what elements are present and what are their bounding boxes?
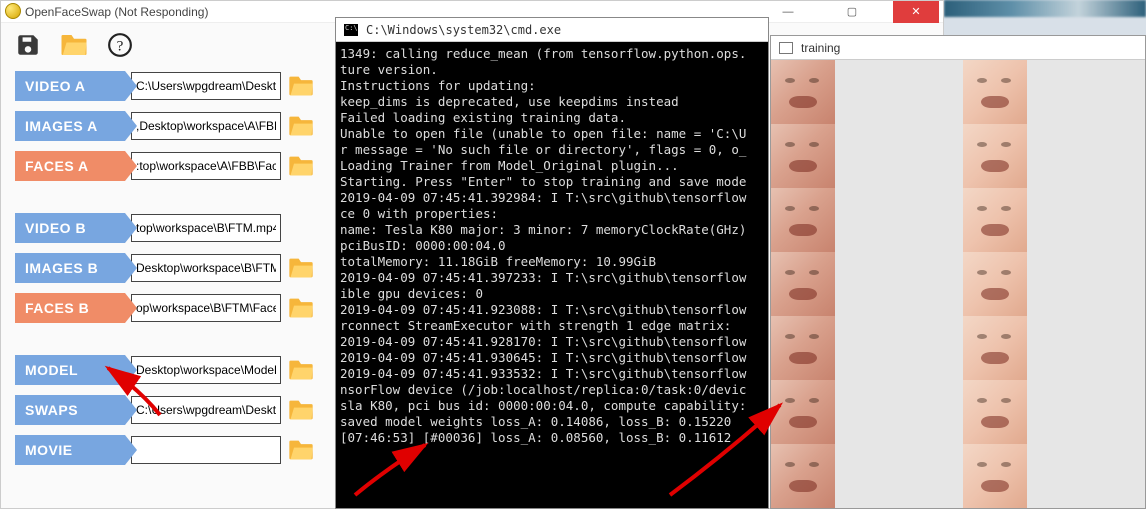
cmd-window: C:\Windows\system32\cmd.exe 1349: callin… — [335, 17, 769, 509]
input-video-a[interactable] — [131, 72, 281, 100]
training-grid — [771, 60, 1027, 508]
training-face-a — [771, 316, 835, 380]
label-images-b[interactable]: IMAGES B — [15, 253, 125, 283]
training-face-a — [771, 252, 835, 316]
training-window-icon — [779, 42, 793, 54]
minimize-button[interactable]: — — [765, 1, 811, 23]
open-folder-icon[interactable] — [59, 32, 89, 58]
cmd-output: 1349: calling reduce_mean (from tensorfl… — [336, 42, 768, 450]
desktop-background-strip — [944, 0, 1146, 17]
label-swaps[interactable]: SWAPS — [15, 395, 125, 425]
training-face-a — [771, 188, 835, 252]
training-face-a — [771, 60, 835, 124]
maximize-button[interactable]: ▢ — [829, 1, 875, 23]
training-face-b — [963, 444, 1027, 508]
input-model[interactable] — [131, 356, 281, 384]
training-window: training — [770, 35, 1146, 509]
cmd-title-text: C:\Windows\system32\cmd.exe — [366, 23, 561, 37]
label-faces-a[interactable]: FACES A — [15, 151, 125, 181]
browse-faces-b-icon[interactable] — [287, 296, 315, 320]
training-face-a — [771, 124, 835, 188]
browse-swaps-icon[interactable] — [287, 398, 315, 422]
browse-images-b-icon[interactable] — [287, 256, 315, 280]
cmd-titlebar[interactable]: C:\Windows\system32\cmd.exe — [336, 18, 768, 42]
app-logo-icon — [5, 3, 21, 19]
training-face-b — [963, 380, 1027, 444]
save-icon[interactable] — [15, 32, 41, 58]
training-titlebar[interactable]: training — [771, 36, 1145, 60]
input-movie[interactable] — [131, 436, 281, 464]
browse-model-icon[interactable] — [287, 358, 315, 382]
training-face-b — [963, 252, 1027, 316]
label-model[interactable]: MODEL — [15, 355, 125, 385]
training-face-a — [771, 380, 835, 444]
training-face-b — [963, 124, 1027, 188]
training-title-text: training — [801, 41, 840, 55]
browse-movie-icon[interactable] — [287, 438, 315, 462]
label-images-a[interactable]: IMAGES A — [15, 111, 125, 141]
browse-faces-a-icon[interactable] — [287, 154, 315, 178]
help-icon[interactable]: ? — [107, 32, 133, 58]
training-face-a — [771, 444, 835, 508]
training-face-b — [963, 60, 1027, 124]
input-faces-b[interactable] — [131, 294, 281, 322]
close-button[interactable]: ✕ — [893, 1, 939, 23]
input-images-b[interactable] — [131, 254, 281, 282]
label-video-b[interactable]: VIDEO B — [15, 213, 125, 243]
browse-images-a-icon[interactable] — [287, 114, 315, 138]
input-swaps[interactable] — [131, 396, 281, 424]
input-video-b[interactable] — [131, 214, 281, 242]
input-faces-a[interactable] — [131, 152, 281, 180]
input-images-a[interactable] — [131, 112, 281, 140]
training-column-b — [963, 60, 1027, 508]
training-column-a — [771, 60, 835, 508]
svg-text:?: ? — [117, 37, 124, 54]
label-movie[interactable]: MOVIE — [15, 435, 125, 465]
label-video-a[interactable]: VIDEO A — [15, 71, 125, 101]
training-face-b — [963, 188, 1027, 252]
cmd-icon — [344, 24, 358, 36]
browse-video-a-icon[interactable] — [287, 74, 315, 98]
label-faces-b[interactable]: FACES B — [15, 293, 125, 323]
training-face-b — [963, 316, 1027, 380]
